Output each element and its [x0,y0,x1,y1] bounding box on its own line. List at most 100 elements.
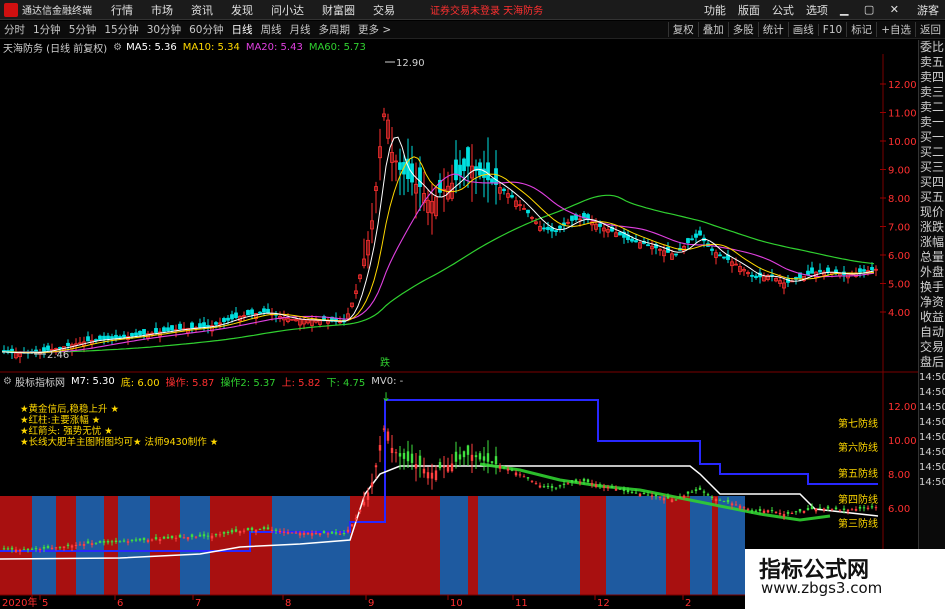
menu-item-ask[interactable]: 问小达 [262,2,313,18]
panel-label[interactable]: 换手 [919,280,945,295]
panel-label[interactable]: 委比 [919,40,945,55]
menu-item-discover[interactable]: 发现 [222,2,262,18]
panel-label[interactable]: 卖一 [919,115,945,130]
period-5min[interactable]: 5分钟 [65,22,101,37]
stock-name-label[interactable]: 天海防务 (日线 前复权) [3,40,107,55]
sub-candle-body [390,447,394,453]
sub-candle-body [130,539,134,541]
candle-body [630,238,634,242]
guest-label[interactable]: 游客 [911,2,945,18]
draw-line-button[interactable]: 画线 [787,22,818,37]
panel-label[interactable]: 买一 [919,130,945,145]
sub-candle-body [62,546,66,549]
panel-label[interactable]: 总量 [919,250,945,265]
kline-chart[interactable]: 12.0011.0010.009.008.007.006.005.004.00 … [0,54,918,609]
period-tick[interactable]: 分时 [0,22,29,37]
period-30min[interactable]: 30分钟 [143,22,185,37]
candle-body [554,230,558,232]
period-daily[interactable]: 日线 [228,22,257,37]
menu-item-trade[interactable]: 交易 [364,2,404,18]
candle-body [710,248,714,251]
sub-candle-body [142,537,146,541]
panel-label[interactable]: 卖四 [919,70,945,85]
mark-button[interactable]: 标记 [846,22,876,37]
panel-label[interactable]: 净资 [919,295,945,310]
period-1min[interactable]: 1分钟 [29,22,65,37]
period-monthly[interactable]: 月线 [286,22,315,37]
sub-candle-body [666,496,670,499]
main-chart-info: 天海防务 (日线 前复权) ⚙ MA5: 5.36 MA10: 5.34 MA2… [0,40,366,55]
menu-item-formula[interactable]: 公式 [766,2,800,18]
overlay-button[interactable]: 叠加 [697,22,728,37]
panel-label[interactable]: 卖五 [919,55,945,70]
back-button[interactable]: 返回 [915,22,945,37]
sub-candle-body [630,491,634,493]
multi-stock-button[interactable]: 多股 [727,22,758,37]
panel-label[interactable]: 外盘 [919,265,945,280]
sub-candle-body [282,531,286,533]
date-axis: 2020年 5 6 7 8 9 10 11 12 2 [2,595,691,609]
menu-item-market[interactable]: 市场 [142,2,182,18]
date-label: 9 [368,598,374,609]
period-15min[interactable]: 15分钟 [100,22,142,37]
sub-candle-body [534,483,538,485]
sub-candle-body [874,507,878,509]
window-controls-icon[interactable]: ▁ ▢ ✕ [834,3,911,16]
panel-label[interactable]: 涨幅 [919,235,945,250]
menu-item-options[interactable]: 选项 [800,2,834,18]
sub-candle-body [554,487,558,489]
period-60min[interactable]: 60分钟 [185,22,227,37]
panel-label[interactable]: 卖二 [919,100,945,115]
panel-label[interactable]: 买三 [919,160,945,175]
sub-price-axis: 12.00 10.00 8.00 6.00 [888,402,917,515]
panel-label[interactable]: 买五 [919,190,945,205]
adjust-button[interactable]: 复权 [667,22,698,37]
candle-body [806,270,810,276]
trend-block [150,496,180,595]
sub-candle-body [626,489,630,493]
menu-item-wealth[interactable]: 财富圈 [313,2,364,18]
panel-label[interactable]: 自动 [919,325,945,340]
defense-label: 第六防线 [838,441,878,454]
sub-candle-body [518,474,522,476]
panel-label[interactable]: 买二 [919,145,945,160]
period-weekly[interactable]: 周线 [257,22,286,37]
add-watchlist-button[interactable]: +自选 [876,22,915,37]
sub-candle-body [118,541,122,543]
panel-label[interactable]: 现价 [919,205,945,220]
sub-candle-body [158,538,162,541]
panel-label[interactable]: 买四 [919,175,945,190]
sub-candle-body [650,495,654,497]
trend-block [180,496,210,595]
sub-candle-body [38,549,42,551]
menu-item-news[interactable]: 资讯 [182,2,222,18]
candle-body [202,322,206,328]
panel-label[interactable]: 卖三 [919,85,945,100]
axis-label: 8.00 [888,194,910,205]
candle-body [486,162,490,181]
candle-body [114,334,118,339]
sub-candle-body [698,487,702,490]
panel-label[interactable]: 交易 [919,340,945,355]
f10-button[interactable]: F10 [817,23,846,36]
panel-label[interactable]: 涨跌 [919,220,945,235]
menu-item-quotes[interactable]: 行情 [102,2,142,18]
period-multi[interactable]: 多周期 [315,22,355,37]
sub-candle-body [14,549,18,553]
sub-candle-body [806,508,810,510]
panel-label[interactable]: 盘后 [919,355,945,370]
settings-icon[interactable]: ⚙ [113,42,122,53]
stats-button[interactable]: 统计 [757,22,788,37]
menu-item-function[interactable]: 功能 [698,2,732,18]
date-label: 12 [597,598,610,609]
sub-candle-body [458,454,462,460]
candle-body [646,244,650,247]
menu-item-layout[interactable]: 版面 [732,2,766,18]
panel-time: 14:50 [919,387,945,398]
period-more[interactable]: 更多 > [354,22,395,37]
login-alert[interactable]: 证券交易未登录 天海防务 [430,2,543,17]
panel-label[interactable]: 收益 [919,310,945,325]
ma60-line [2,194,875,353]
sub-candle-body [598,484,602,486]
candle-body [94,339,98,341]
